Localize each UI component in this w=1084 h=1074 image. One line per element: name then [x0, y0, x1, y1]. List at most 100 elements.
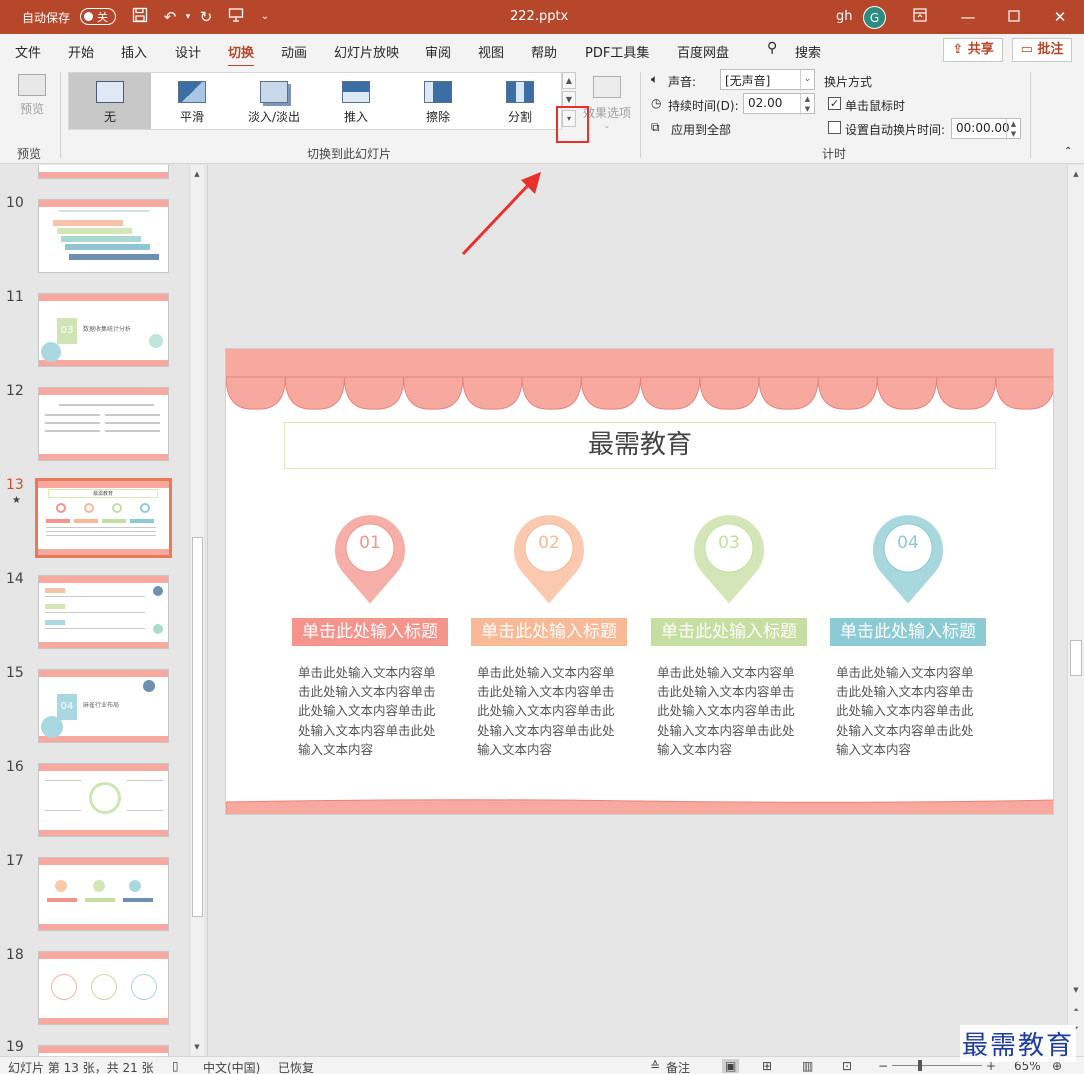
search-icon[interactable]: ⚲ [767, 40, 777, 56]
slide-info[interactable]: 幻灯片 第 13 张，共 21 张 [8, 1059, 154, 1074]
share-button[interactable]: ⇪ 共享 [943, 38, 1003, 62]
close-icon[interactable]: ✕ [1048, 5, 1072, 29]
ribbon-display-icon[interactable] [908, 5, 932, 29]
slide-canvas[interactable]: 最需教育 01 单击此处输入标题 单击此处输入文本内容单击此处输入文本内容单击此处输… [225, 348, 1054, 815]
slide-thumbnail-18[interactable] [38, 951, 169, 1025]
tab-home[interactable]: 开始 [68, 42, 94, 61]
slide-thumbnail-13-selected[interactable]: 最需教育 [35, 478, 172, 558]
slideshow-icon[interactable]: ⊡ [842, 1059, 852, 1073]
thumb-footer [39, 454, 168, 460]
slide-title[interactable]: 最需教育 [284, 422, 996, 469]
comment-button[interactable]: ▭ 批注 [1012, 38, 1072, 62]
slide-number: 16 [6, 759, 24, 775]
item-text-placeholder[interactable]: 单击此处输入文本内容单击此处输入文本内容单击此处输入文本内容单击此处输入文本内容… [298, 663, 446, 759]
transition-fade[interactable]: 淡入/淡出 [233, 73, 315, 129]
slide-thumbnail-19[interactable] [38, 1045, 169, 1056]
item-title-placeholder[interactable]: 单击此处输入标题 [651, 618, 807, 646]
auto-time-stepper[interactable]: 00:00.00 ▲ ▼ [951, 118, 1021, 140]
save-icon[interactable] [130, 7, 150, 27]
pin-number: 04 [897, 533, 919, 553]
tab-pdf-tools[interactable]: PDF工具集 [585, 42, 649, 61]
transition-morph-icon [178, 81, 206, 103]
maximize-icon[interactable] [1002, 5, 1026, 29]
slide-thumbnail-panel: 10 11 03 数据收集统计分析 12 13 ★ 最需教育 14 15 04 … [0, 165, 208, 1056]
search-label[interactable]: 搜索 [795, 42, 821, 61]
present-icon[interactable] [226, 7, 246, 27]
preview-button[interactable]: 预览 [12, 74, 52, 117]
transition-none[interactable]: 无 [69, 73, 151, 129]
scroll-down-icon[interactable]: ▼ [1069, 983, 1083, 997]
scroll-up-icon[interactable]: ▲ [190, 167, 204, 181]
reading-view-icon[interactable]: ▥ [802, 1059, 813, 1073]
normal-view-icon[interactable]: ▣ [722, 1059, 740, 1073]
slide-thumbnail-10[interactable] [38, 199, 169, 273]
scroll-up-icon[interactable]: ▲ [1069, 167, 1083, 181]
slide-thumbnail-14[interactable] [38, 575, 169, 649]
tab-slideshow[interactable]: 幻灯片放映 [334, 42, 399, 61]
tab-transitions[interactable]: 切换 [228, 42, 255, 68]
duration-value: 02.00 [748, 96, 783, 110]
scrollbar-thumb[interactable] [1070, 640, 1082, 676]
sound-select[interactable]: [无声音] ⌄ [720, 69, 815, 91]
user-name[interactable]: gh [836, 9, 853, 24]
transition-push-icon [342, 81, 370, 103]
collapse-ribbon-icon[interactable]: ⌃ [1064, 146, 1072, 157]
item-text-placeholder[interactable]: 单击此处输入文本内容单击此处输入文本内容单击此处输入文本内容单击此处输入文本内容… [836, 663, 984, 759]
customize-toolbar-icon[interactable]: ⌄ [255, 7, 275, 27]
zoom-out-icon[interactable]: − [878, 1059, 888, 1073]
tab-file[interactable]: 文件 [15, 42, 41, 61]
tab-design[interactable]: 设计 [175, 42, 201, 61]
slide-thumbnail-12[interactable] [38, 387, 169, 461]
notes-button[interactable]: 备注 [666, 1059, 690, 1074]
thumb-line [127, 780, 163, 781]
thumbnail-scrollbar[interactable]: ▲ ▼ [189, 165, 204, 1056]
apply-all-button[interactable]: 应用到全部 [671, 121, 731, 138]
gallery-scroll-up-icon[interactable]: ▲ [562, 72, 576, 89]
scroll-down-icon[interactable]: ▼ [190, 1040, 204, 1054]
duration-label: 持续时间(D): [668, 99, 739, 113]
tab-baidu-netdisk[interactable]: 百度网盘 [677, 42, 729, 61]
tab-review[interactable]: 审阅 [425, 42, 451, 61]
tab-animations[interactable]: 动画 [281, 42, 307, 61]
scrollbar-thumb[interactable] [192, 537, 203, 917]
notes-icon[interactable]: ≙ [650, 1059, 660, 1073]
avatar[interactable]: G [863, 6, 886, 29]
accessibility-icon[interactable]: ▯ [172, 1059, 179, 1073]
slide-thumbnail-16[interactable] [38, 763, 169, 837]
redo-icon[interactable]: ↻ [196, 7, 216, 27]
item-text-placeholder[interactable]: 单击此处输入文本内容单击此处输入文本内容单击此处输入文本内容单击此处输入文本内容… [477, 663, 625, 759]
duration-stepper[interactable]: 02.00 ▲ ▼ [743, 93, 815, 115]
transition-push[interactable]: 推入 [315, 73, 397, 129]
slide-sorter-icon[interactable]: ⊞ [762, 1059, 772, 1073]
item-title-placeholder[interactable]: 单击此处输入标题 [292, 618, 448, 646]
language[interactable]: 中文(中国) [203, 1059, 260, 1074]
previous-slide-icon[interactable]: ⏶ [1069, 1003, 1083, 1017]
slide-thumbnail-17[interactable] [38, 857, 169, 931]
slide-thumbnail-15[interactable]: 04 麻雀行业布局 [38, 669, 169, 743]
toggle-knob [84, 11, 93, 21]
item-text-placeholder[interactable]: 单击此处输入文本内容单击此处输入文本内容单击此处输入文本内容单击此处输入文本内容… [657, 663, 805, 759]
thumb-line [46, 527, 156, 528]
effect-options-button[interactable]: 效果选项 ⌄ [582, 76, 632, 130]
tab-help[interactable]: 帮助 [531, 42, 557, 61]
undo-dropdown-icon[interactable]: ▾ [178, 7, 198, 27]
tab-view[interactable]: 视图 [478, 42, 504, 61]
transition-split[interactable]: 分割 [479, 73, 561, 129]
thumb-line [45, 810, 81, 811]
tab-insert[interactable]: 插入 [121, 42, 147, 61]
editor-scrollbar[interactable]: ▲ ▼ ⏶ ⏷ [1067, 165, 1084, 1056]
transition-morph[interactable]: 平滑 [151, 73, 233, 129]
autosave-toggle[interactable]: 关 [80, 8, 116, 25]
on-click-checkbox[interactable]: ✓ [828, 97, 841, 110]
item-title-placeholder[interactable]: 单击此处输入标题 [830, 618, 986, 646]
thumb-circle [153, 624, 163, 634]
minimize-icon[interactable]: — [956, 5, 980, 29]
transition-wipe[interactable]: 擦除 [397, 73, 479, 129]
undo-icon[interactable]: ↶ [160, 7, 180, 27]
auto-advance-checkbox[interactable] [828, 121, 841, 134]
zoom-slider-handle[interactable] [918, 1060, 922, 1071]
zoom-slider[interactable] [892, 1065, 982, 1066]
slide-thumbnail-11[interactable]: 03 数据收集统计分析 [38, 293, 169, 367]
item-title-placeholder[interactable]: 单击此处输入标题 [471, 618, 627, 646]
slide-thumbnail[interactable] [38, 165, 169, 179]
